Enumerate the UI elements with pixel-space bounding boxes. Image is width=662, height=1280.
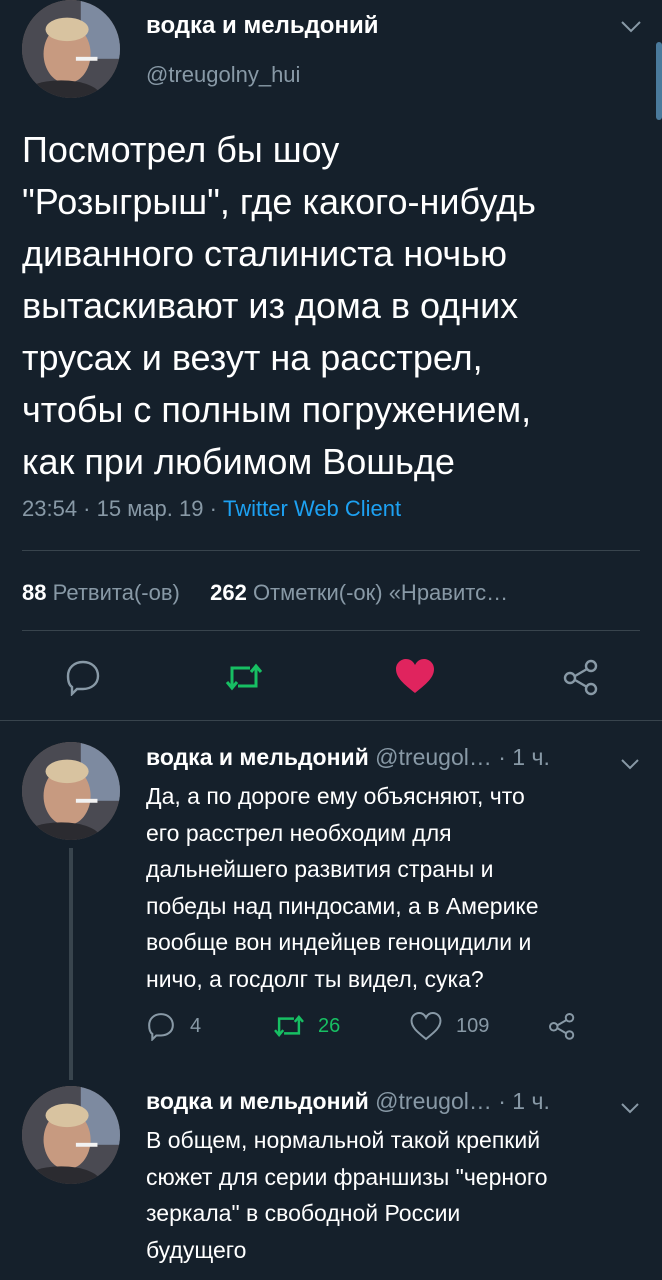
author-name[interactable]: водка и мельдоний bbox=[146, 12, 378, 40]
author-name[interactable]: водка и мельдоний bbox=[146, 1088, 369, 1114]
tweet-text-line: Посмотрел бы шоу bbox=[22, 129, 340, 170]
tweet-stats: 88 Ретвита(-ов) 262 Отметки(-ок) «Нравит… bbox=[22, 580, 508, 606]
tweet-timestamp[interactable]: 23:54 · 15 мар. 19 · bbox=[22, 496, 217, 521]
avatar[interactable] bbox=[22, 1086, 120, 1184]
chevron-down-icon[interactable] bbox=[618, 1096, 642, 1120]
reply-icon bbox=[66, 660, 100, 696]
retweet-button[interactable] bbox=[222, 656, 266, 698]
avatar-image bbox=[22, 1086, 120, 1184]
reply-text-line: его расстрел необходим для bbox=[146, 819, 452, 846]
avatar-image bbox=[22, 0, 120, 98]
chevron-down-icon[interactable] bbox=[618, 14, 644, 40]
tweet-text-line: вытаскивают из дома в одних bbox=[22, 285, 519, 326]
share-button[interactable] bbox=[546, 1010, 578, 1042]
avatar[interactable] bbox=[22, 0, 120, 98]
reply-text-line: Да, а по дороге ему объясняют, что bbox=[146, 783, 525, 809]
tweet-text: Посмотрел бы шоу "Розыгрыш", где какого-… bbox=[22, 124, 536, 488]
reply-text-line: ничо, а госдолг ты видел, сука? bbox=[146, 965, 484, 992]
like-count: 109 bbox=[456, 1014, 490, 1037]
heart-icon bbox=[396, 659, 434, 693]
reply-text-line: вообще вон индейцев геноцидили и bbox=[146, 929, 532, 955]
tweet-text-line: как при любимом Вошьде bbox=[22, 441, 455, 482]
share-icon bbox=[549, 1013, 575, 1040]
reply-count: 4 bbox=[190, 1014, 202, 1037]
chevron-down-icon[interactable] bbox=[618, 752, 642, 776]
author-handle-time[interactable]: @treugol… · 1 ч. bbox=[375, 1088, 550, 1114]
author-name[interactable]: водка и мельдоний bbox=[146, 744, 369, 770]
retweet-action[interactable]: 26 bbox=[272, 1010, 340, 1042]
reply-header: водка и мельдоний @treugol… · 1 ч. bbox=[146, 744, 550, 771]
thread-connector bbox=[69, 848, 73, 1080]
reply-text-line: сюжет для серии франшизы "черного bbox=[146, 1163, 548, 1190]
author-handle-time[interactable]: @treugol… · 1 ч. bbox=[375, 744, 550, 770]
reply-text-line: будущего bbox=[146, 1236, 247, 1263]
reply-text-line: В общем, нормальной такой крепкий bbox=[146, 1127, 541, 1153]
scrollbar[interactable] bbox=[656, 42, 662, 120]
divider bbox=[22, 630, 640, 631]
reply-button[interactable] bbox=[62, 656, 104, 698]
avatar-image bbox=[22, 742, 120, 840]
reply-text: Да, а по дороге ему объясняют, что его р… bbox=[146, 778, 539, 997]
share-icon bbox=[563, 659, 598, 696]
author-handle[interactable]: @treugolny_hui bbox=[146, 62, 300, 88]
retweets-stat[interactable]: 88 Ретвита(-ов) bbox=[22, 580, 186, 605]
retweets-count: 88 bbox=[22, 580, 47, 605]
divider bbox=[0, 720, 662, 721]
likes-stat[interactable]: 262 Отметки(-ок) «Нравитс… bbox=[210, 580, 508, 605]
reply-text: В общем, нормальной такой крепкий сюжет … bbox=[146, 1122, 548, 1268]
tweet-text-line: "Розыгрыш", где какого-нибудь bbox=[22, 181, 536, 222]
reply-icon bbox=[148, 1013, 174, 1041]
tweet-client-link[interactable]: Twitter Web Client bbox=[223, 496, 401, 521]
reply-text-line: дальнейшего развития страны и bbox=[146, 856, 494, 882]
likes-count: 262 bbox=[210, 580, 247, 605]
reply-text-line: победы над пиндосами, а в Америке bbox=[146, 892, 539, 919]
avatar[interactable] bbox=[22, 742, 120, 840]
reply-text-line: зеркала" в свободной России bbox=[146, 1200, 461, 1226]
reply-header: водка и мельдоний @treugol… · 1 ч. bbox=[146, 1088, 550, 1115]
reply-action[interactable]: 4 bbox=[146, 1010, 201, 1042]
tweet-text-line: диванного сталиниста ночью bbox=[22, 233, 507, 274]
like-button[interactable] bbox=[392, 654, 438, 698]
likes-label: Отметки(-ок) «Нравитс… bbox=[252, 580, 509, 605]
divider bbox=[22, 550, 640, 551]
heart-outline-icon bbox=[410, 1012, 442, 1041]
retweet-icon bbox=[274, 1015, 304, 1037]
share-button[interactable] bbox=[560, 656, 602, 698]
tweet-meta: 23:54 · 15 мар. 19 · Twitter Web Client bbox=[22, 496, 401, 522]
retweets-label: Ретвита(-ов) bbox=[52, 580, 180, 605]
retweet-icon bbox=[225, 663, 263, 691]
retweet-count: 26 bbox=[318, 1014, 341, 1037]
tweet-text-line: чтобы с полным погружением, bbox=[22, 389, 532, 430]
tweet-text-line: трусах и везут на расстрел, bbox=[22, 337, 483, 378]
like-action[interactable]: 109 bbox=[410, 1010, 489, 1042]
